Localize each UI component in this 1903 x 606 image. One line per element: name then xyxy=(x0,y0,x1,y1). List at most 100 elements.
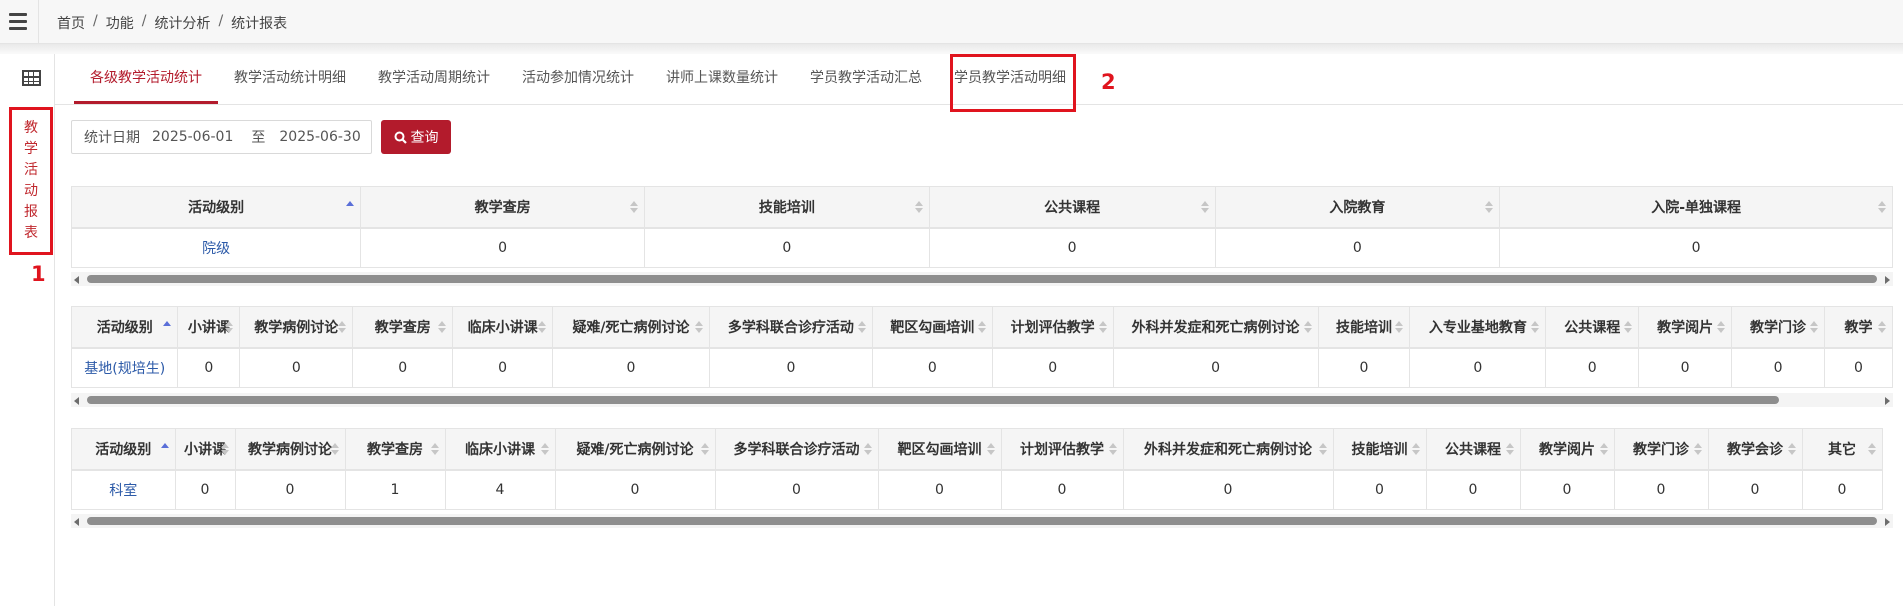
column-header[interactable]: 教学病例讨论 xyxy=(239,306,354,349)
sort-icon[interactable] xyxy=(225,321,233,333)
query-button[interactable]: 查询 xyxy=(381,120,451,154)
sort-icon[interactable] xyxy=(1624,321,1632,333)
sort-icon[interactable] xyxy=(987,443,995,455)
column-header[interactable]: 小讲课 xyxy=(177,306,241,349)
sort-icon[interactable] xyxy=(1201,201,1209,213)
column-header[interactable]: 公共课程 xyxy=(1426,428,1521,471)
activity-level-link[interactable]: 院级 xyxy=(72,227,362,268)
sort-icon[interactable] xyxy=(1506,443,1514,455)
end-date-value[interactable]: 2025-06-30 xyxy=(279,129,360,145)
sort-icon[interactable] xyxy=(541,443,549,455)
tab-activity-stats-detail[interactable]: 教学活动统计明细 xyxy=(218,56,362,104)
sort-icon[interactable] xyxy=(978,321,986,333)
sort-icon[interactable] xyxy=(1878,321,1886,333)
activity-level-link[interactable]: 基地(规培生) xyxy=(72,347,179,388)
scrollbar-thumb[interactable] xyxy=(87,396,1779,404)
column-header[interactable]: 临床小讲课 xyxy=(445,428,556,471)
column-header[interactable]: 计划评估教学 xyxy=(1001,428,1124,471)
sort-icon[interactable] xyxy=(431,443,439,455)
column-header[interactable]: 临床小讲课 xyxy=(452,306,554,349)
sort-icon[interactable] xyxy=(1099,321,1107,333)
sort-icon[interactable] xyxy=(701,443,709,455)
column-header[interactable]: 外科并发症和死亡病例讨论 xyxy=(1123,428,1334,471)
breadcrumb-item-functions[interactable]: 功能 xyxy=(106,13,134,33)
column-header[interactable]: 教学 xyxy=(1824,306,1893,349)
tab-student-activity-summary[interactable]: 学员教学活动汇总 xyxy=(794,56,938,104)
date-range-picker[interactable]: 统计日期 2025-06-01 至 2025-06-30 xyxy=(71,120,372,154)
column-header[interactable]: 教学阅片 xyxy=(1638,306,1733,349)
sort-icon[interactable] xyxy=(161,443,169,450)
sort-icon[interactable] xyxy=(1304,321,1312,333)
sort-icon[interactable] xyxy=(438,321,446,333)
table-icon[interactable] xyxy=(22,70,41,86)
tab-lecturer-class-count[interactable]: 讲师上课数量统计 xyxy=(650,56,794,104)
sort-icon[interactable] xyxy=(1531,321,1539,333)
column-header[interactable]: 疑难/死亡病例讨论 xyxy=(555,428,716,471)
column-header[interactable]: 活动级别 xyxy=(72,306,179,349)
column-header[interactable]: 技能培训 xyxy=(1333,428,1427,471)
column-header[interactable]: 活动级别 xyxy=(72,428,176,471)
column-header[interactable]: 入院教育 xyxy=(1215,186,1501,229)
sort-icon[interactable] xyxy=(1412,443,1420,455)
column-header[interactable]: 活动级别 xyxy=(72,186,362,229)
breadcrumb-item-home[interactable]: 首页 xyxy=(57,13,85,33)
sort-icon[interactable] xyxy=(864,443,872,455)
column-header[interactable]: 外科并发症和死亡病例讨论 xyxy=(1113,306,1319,349)
scroll-right-icon[interactable] xyxy=(1885,397,1890,405)
horizontal-scrollbar[interactable] xyxy=(71,272,1893,286)
column-header[interactable]: 靶区勾画培训 xyxy=(872,306,993,349)
scroll-left-icon[interactable] xyxy=(74,276,79,284)
column-header[interactable]: 计划评估教学 xyxy=(992,306,1114,349)
column-header[interactable]: 小讲课 xyxy=(175,428,236,471)
scroll-left-icon[interactable] xyxy=(74,397,79,405)
sort-icon[interactable] xyxy=(1395,321,1403,333)
column-header[interactable]: 教学查房 xyxy=(345,428,446,471)
column-header[interactable]: 公共课程 xyxy=(929,186,1216,229)
sort-icon[interactable] xyxy=(1717,321,1725,333)
column-header[interactable]: 教学门诊 xyxy=(1731,306,1825,349)
sort-icon[interactable] xyxy=(1810,321,1818,333)
column-header[interactable]: 多学科联合诊疗活动 xyxy=(715,428,879,471)
sort-icon[interactable] xyxy=(1319,443,1327,455)
sort-icon[interactable] xyxy=(858,321,866,333)
sort-icon[interactable] xyxy=(1485,201,1493,213)
column-header[interactable]: 技能培训 xyxy=(644,186,930,229)
sort-icon[interactable] xyxy=(1694,443,1702,455)
column-header[interactable]: 多学科联合诊疗活动 xyxy=(709,306,873,349)
column-header[interactable]: 入院-单独课程 xyxy=(1499,186,1893,229)
scrollbar-thumb[interactable] xyxy=(87,275,1877,283)
sort-icon[interactable] xyxy=(1868,443,1876,455)
tab-activity-period-stats[interactable]: 教学活动周期统计 xyxy=(362,56,506,104)
column-header[interactable]: 技能培训 xyxy=(1318,306,1411,349)
sort-icon[interactable] xyxy=(163,321,171,328)
column-header[interactable]: 教学病例讨论 xyxy=(235,428,346,471)
column-header[interactable]: 其它 xyxy=(1802,428,1883,471)
scroll-right-icon[interactable] xyxy=(1885,518,1890,526)
column-header[interactable]: 入专业基地教育 xyxy=(1409,306,1547,349)
column-header[interactable]: 教学查房 xyxy=(352,306,454,349)
scroll-right-icon[interactable] xyxy=(1885,276,1890,284)
column-header[interactable]: 教学阅片 xyxy=(1520,428,1615,471)
scroll-left-icon[interactable] xyxy=(74,518,79,526)
breadcrumb-item-statistics[interactable]: 统计分析 xyxy=(154,13,210,33)
tab-participation-stats[interactable]: 活动参加情况统计 xyxy=(506,56,650,104)
sort-icon[interactable] xyxy=(338,321,346,333)
horizontal-scrollbar[interactable] xyxy=(71,393,1893,407)
sort-icon[interactable] xyxy=(221,443,229,455)
column-header[interactable]: 教学门诊 xyxy=(1614,428,1709,471)
sort-icon[interactable] xyxy=(1788,443,1796,455)
sort-icon[interactable] xyxy=(915,201,923,213)
activity-level-link[interactable]: 科室 xyxy=(72,469,176,510)
sort-icon[interactable] xyxy=(1109,443,1117,455)
tab-level-activity-stats[interactable]: 各级教学活动统计 xyxy=(74,56,218,104)
menu-toggle-icon[interactable] xyxy=(9,13,27,30)
sidebar-item-teaching-activity-report[interactable]: 教 学 活 动 报 表 xyxy=(9,107,53,255)
sort-icon[interactable] xyxy=(346,201,354,208)
column-header[interactable]: 疑难/死亡病例讨论 xyxy=(552,306,710,349)
sort-icon[interactable] xyxy=(1878,201,1886,213)
sort-icon[interactable] xyxy=(630,201,638,213)
sort-icon[interactable] xyxy=(331,443,339,455)
sort-icon[interactable] xyxy=(695,321,703,333)
column-header[interactable]: 公共课程 xyxy=(1545,306,1640,349)
scrollbar-thumb[interactable] xyxy=(87,517,1877,525)
